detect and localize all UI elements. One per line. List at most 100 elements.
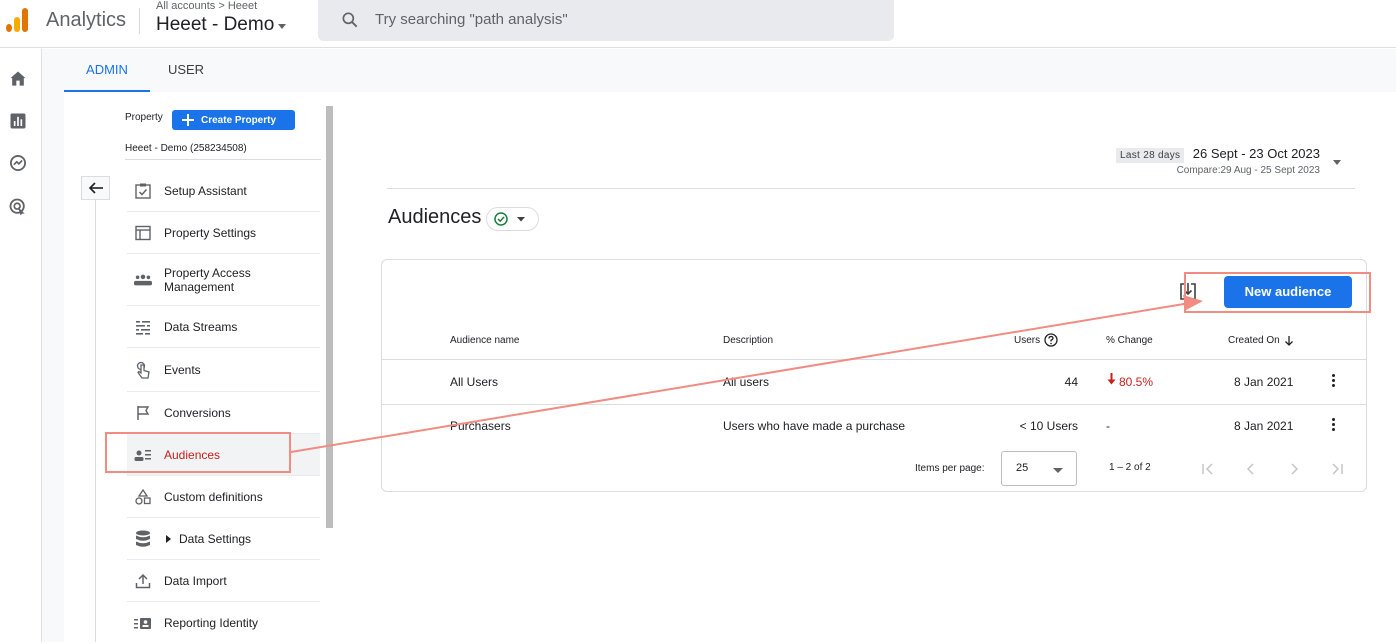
arrow-left-icon [88, 182, 103, 194]
help-icon[interactable] [1044, 333, 1058, 347]
nav-item-label: Custom definitions [164, 489, 263, 504]
percent-change: - [1106, 419, 1110, 433]
shapes-icon [134, 488, 152, 506]
property-label: Property [125, 112, 163, 123]
page-title: Audiences [388, 206, 482, 228]
audience-name[interactable]: All Users [450, 375, 498, 389]
data-streams-icon [134, 318, 152, 336]
users-count: 44 [1064, 375, 1078, 389]
explore-icon[interactable] [8, 153, 28, 173]
next-page-icon[interactable] [1286, 461, 1302, 477]
created-date: 8 Jan 2021 [1234, 419, 1294, 433]
nav-item-reporting-identity[interactable]: Reporting Identity [127, 602, 320, 644]
check-circle-icon [494, 212, 508, 226]
arrow-down-icon [1284, 336, 1293, 346]
nav-item-conversions[interactable]: Conversions [127, 392, 320, 434]
checklist-icon [134, 182, 152, 200]
people-icon [134, 271, 152, 289]
plus-icon [182, 114, 194, 126]
column-header-created-on[interactable]: Created On [1228, 335, 1294, 346]
column-header-users[interactable]: Users [1014, 333, 1058, 347]
nav-item-label: Setup Assistant [164, 183, 247, 198]
column-header-change[interactable]: % Change [1106, 335, 1153, 346]
items-per-page-select[interactable]: 25 [1001, 451, 1077, 486]
nav-item-property-settings[interactable]: Property Settings [127, 212, 320, 254]
audiences-highlight [105, 432, 291, 473]
pagination-range: 1 – 2 of 2 [1109, 462, 1151, 473]
audience-name[interactable]: Purchasers [450, 419, 511, 433]
identity-icon [134, 614, 152, 632]
chevron-down-icon [517, 216, 525, 221]
audience-description: All users [723, 375, 770, 389]
advertising-icon[interactable] [8, 197, 28, 217]
nav-item-label: Events [164, 362, 201, 377]
column-header-label: Created On [1228, 335, 1280, 346]
audience-description: Users who have made a purchase [723, 419, 906, 433]
nav-item-label: Reporting Identity [164, 616, 259, 630]
row-divider [382, 359, 1366, 360]
column-header-label: Audience name [450, 335, 520, 346]
content-gutter [42, 92, 64, 642]
tab-admin[interactable]: ADMIN [64, 49, 150, 92]
items-per-page-label: Items per page: [915, 463, 985, 474]
nav-item-data-streams[interactable]: Data Streams [127, 306, 320, 348]
tree-line [95, 200, 96, 642]
row-divider [382, 404, 1366, 405]
create-property-button[interactable]: Create Property [172, 110, 295, 130]
nav-item-data-import[interactable]: Data Import [127, 560, 320, 602]
search-icon [342, 12, 358, 28]
property-divider [125, 159, 321, 160]
column-header-description[interactable]: Description [723, 335, 773, 346]
create-property-label: Create Property [201, 114, 277, 126]
nav-item-label: Data Streams [164, 319, 238, 334]
column-header-audience-name[interactable]: Audience name [450, 335, 520, 346]
admin-scrollbar[interactable] [326, 106, 333, 528]
database-icon [134, 530, 152, 548]
app-name: Analytics [46, 9, 127, 31]
upload-icon [134, 572, 152, 590]
back-button[interactable] [81, 176, 110, 200]
last-page-icon[interactable] [1329, 461, 1345, 477]
percent-change: 80.5% [1119, 375, 1154, 389]
property-id: Heeet - Demo (258234508) [125, 143, 247, 154]
search-bar[interactable]: Try searching "path analysis" [318, 0, 894, 41]
first-page-icon[interactable] [1200, 461, 1216, 477]
arrow-down-icon [1107, 373, 1116, 385]
date-range-picker[interactable]: Last 28 days 26 Sept - 23 Oct 2023 Compa… [1116, 145, 1320, 176]
admin-tabs: ADMIN USER [42, 49, 1396, 92]
chevron-down-icon [1053, 468, 1063, 473]
nav-item-label: Property Access Management [164, 265, 251, 294]
header-divider [387, 188, 1355, 189]
users-count: < 10 Users [1019, 419, 1078, 433]
tab-user[interactable]: USER [150, 49, 222, 92]
nav-item-label: Property Settings [164, 225, 257, 240]
touch-icon [134, 361, 152, 379]
status-chip[interactable] [486, 207, 539, 231]
caret-right-icon [166, 534, 171, 543]
created-date: 8 Jan 2021 [1234, 375, 1294, 389]
home-icon[interactable] [8, 69, 28, 89]
search-placeholder: Try searching "path analysis" [375, 11, 568, 28]
previous-page-icon[interactable] [1243, 461, 1259, 477]
nav-item-label: Data Import [164, 573, 227, 588]
items-per-page-value: 25 [1016, 462, 1029, 474]
chevron-down-icon[interactable] [1333, 160, 1341, 166]
reports-icon[interactable] [8, 111, 28, 131]
flag-icon [134, 404, 152, 422]
property-picker[interactable]: Heeet - Demo [156, 14, 287, 36]
analytics-logo[interactable] [6, 8, 32, 32]
more-vert-icon[interactable] [1332, 374, 1336, 389]
more-vert-icon[interactable] [1332, 418, 1336, 433]
left-nav-rail [0, 49, 42, 642]
date-preset-badge: Last 28 days [1116, 148, 1185, 163]
column-header-label: Description [723, 335, 774, 346]
nav-item-setup-assistant[interactable]: Setup Assistant [127, 170, 320, 212]
nav-item-data-settings[interactable]: Data Settings [127, 518, 320, 560]
nav-item-label: Conversions [164, 405, 231, 420]
nav-item-custom-definitions[interactable]: Custom definitions [127, 476, 320, 518]
account-breadcrumb: All accounts > Heeet [156, 0, 258, 12]
compare-range: Compare:29 Aug - 25 Sept 2023 [1176, 165, 1320, 176]
nav-item-events[interactable]: Events [127, 348, 320, 392]
nav-item-property-access-management[interactable]: Property Access Management [127, 254, 320, 306]
date-range: 26 Sept - 23 Oct 2023 [1192, 146, 1320, 161]
